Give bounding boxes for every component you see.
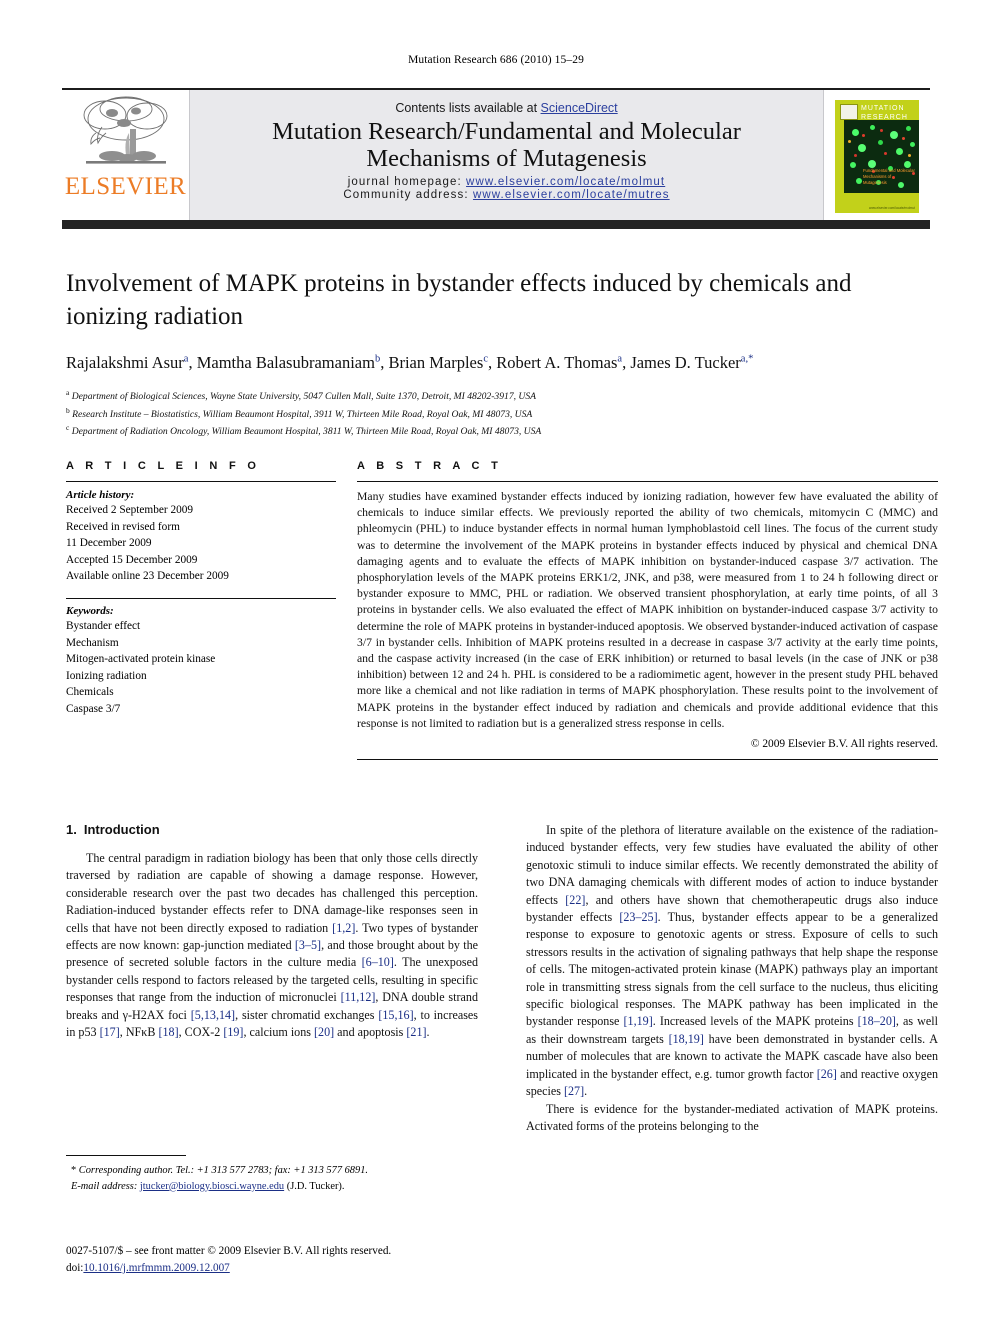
keywords-label: Keywords: (66, 604, 114, 617)
journal-cover-wrap: MUTATION RESEARCH Fundamental and Molecu… (824, 90, 930, 222)
community-address-label: Community address: (343, 188, 473, 201)
section-number: 1. (66, 822, 77, 837)
doi-line: doi:10.1016/j.mrfmmm.2009.12.007 (66, 1260, 566, 1277)
affiliation-item: c Department of Radiation Oncology, Will… (66, 422, 938, 440)
abstract-copyright: © 2009 Elsevier B.V. All rights reserved… (750, 738, 938, 751)
contents-prefix: Contents lists available at (395, 101, 541, 115)
cover-publisher-badge-icon (840, 103, 858, 120)
email-owner: (J.D. Tucker). (286, 1180, 345, 1192)
journal-homepage-link[interactable]: www.elsevier.com/locate/molmut (466, 176, 665, 188)
masthead-center: Contents lists available at ScienceDirec… (189, 90, 824, 222)
article-title: Involvement of MAPK proteins in bystande… (66, 270, 852, 330)
keywords-block: Keywords: Bystander effect Mechanism Mit… (66, 597, 336, 718)
running-head: Mutation Research 686 (2010) 15–29 (408, 54, 584, 66)
affiliation-text: Department of Radiation Oncology, Willia… (71, 426, 542, 438)
abstract-text: Many studies have examined bystander eff… (357, 490, 938, 730)
journal-cover-image: MUTATION RESEARCH Fundamental and Molecu… (835, 99, 919, 213)
paragraph: The central paradigm in radiation biolog… (66, 851, 479, 1040)
affiliation-marker: c (66, 423, 70, 433)
article-history-line: 11 December 2009 (66, 537, 152, 550)
section-heading-introduction: 1. Introduction (66, 822, 478, 837)
article-history-line: Accepted 15 December 2009 (66, 553, 198, 566)
paper-page: Mutation Research 686 (2010) 15–29 ELSEV… (0, 0, 992, 1323)
cover-subtitle: Fundamental and Molecular Mechanisms of … (863, 168, 916, 187)
article-history-line: Available online 23 December 2009 (66, 570, 229, 583)
journal-homepage-label: journal homepage: (347, 175, 467, 188)
cover-footer-url: www.elsevier.com/locate/molmut (868, 205, 915, 210)
section-title: Introduction (83, 822, 160, 837)
keyword-item: Caspase 3/7 (66, 702, 121, 715)
keywords-rule (66, 597, 336, 599)
affiliation-item: b Research Institute – Biostatistics, Wi… (66, 405, 938, 423)
footnote-block: * Corresponding author. Tel.: +1 313 577… (66, 1155, 478, 1194)
corresponding-author-note: * Corresponding author. Tel.: +1 313 577… (71, 1165, 368, 1176)
doi-label: doi: (66, 1261, 84, 1274)
article-history-label: Article history: (66, 489, 135, 501)
body-column-right: In spite of the plethora of literature a… (526, 822, 938, 1242)
footnote-rule (66, 1155, 186, 1156)
cover-subtitle-line-2: Mechanisms of Mutagenesis (863, 173, 892, 186)
affiliation-text: Research Institute – Biostatistics, Will… (72, 408, 533, 420)
article-history-line: Received in revised form (66, 520, 180, 533)
keyword-item: Mechanism (66, 636, 119, 649)
cover-title-line-1: MUTATION (861, 104, 905, 112)
elsevier-wordmark: ELSEVIER (64, 173, 187, 200)
journal-title-line-1: Mutation Research/Fundamental and Molecu… (272, 118, 741, 145)
keyword-item: Ionizing radiation (66, 669, 147, 682)
elsevier-logo: ELSEVIER (62, 90, 189, 222)
elsevier-tree-icon (83, 96, 167, 164)
keyword-item: Bystander effect (66, 619, 141, 632)
keyword-item: Mitogen-activated protein kinase (66, 653, 216, 666)
sciencedirect-link[interactable]: ScienceDirect (541, 101, 618, 115)
email-link[interactable]: jtucker@biology.biosci.wayne.edu (140, 1181, 284, 1192)
journal-title: Mutation Research/Fundamental and Molecu… (190, 118, 823, 173)
imprint-block: 0027-5107/$ – see front matter © 2009 El… (66, 1243, 566, 1277)
article-info-heading: A R T I C L E I N F O (66, 460, 261, 472)
journal-masthead: ELSEVIER Contents lists available at Sci… (62, 88, 930, 222)
email-note: E-mail address: jtucker@biology.biosci.w… (66, 1179, 478, 1195)
community-address-line: Community address: www.elsevier.com/loca… (190, 189, 823, 201)
title-block: Involvement of MAPK proteins in bystande… (66, 268, 938, 440)
keyword-item: Chemicals (66, 686, 114, 699)
email-label: E-mail address: (71, 1180, 138, 1192)
community-address-link[interactable]: www.elsevier.com/locate/mutres (473, 189, 670, 201)
affiliation-text: Department of Biological Sciences, Wayne… (71, 391, 536, 403)
journal-title-line-2: Mechanisms of Mutagenesis (366, 145, 647, 173)
affiliation-item: a Department of Biological Sciences, Way… (66, 387, 938, 405)
affiliation-list: a Department of Biological Sciences, Way… (66, 387, 938, 440)
abstract-column: A B S T R A C T Many studies have examin… (336, 460, 938, 768)
doi-link[interactable]: 10.1016/j.mrfmmm.2009.12.007 (83, 1262, 229, 1274)
affiliation-marker: a (66, 388, 70, 397)
masthead-bottom-rule (62, 220, 930, 229)
paragraph: In spite of the plethora of literature a… (526, 823, 939, 1099)
info-abstract-section: A R T I C L E I N F O Article history: R… (66, 460, 938, 768)
affiliation-marker: b (66, 405, 70, 415)
abstract-heading: A B S T R A C T (357, 460, 503, 472)
author-list: Rajalakshmi Asura, Mamtha Balasubramania… (66, 353, 754, 372)
contents-available-line: Contents lists available at ScienceDirec… (190, 101, 823, 115)
cover-subtitle-line-1: Fundamental and Molecular (863, 167, 915, 173)
article-info-rule (66, 481, 336, 482)
article-info-column: A R T I C L E I N F O Article history: R… (66, 460, 336, 768)
abstract-rule (357, 481, 938, 482)
abstract-bottom-rule (357, 759, 938, 761)
article-history-line: Received 2 September 2009 (66, 504, 194, 516)
issn-line: 0027-5107/$ – see front matter © 2009 El… (66, 1245, 392, 1257)
paragraph: There is evidence for the bystander-medi… (526, 1101, 938, 1133)
journal-homepage-line: journal homepage: www.elsevier.com/locat… (190, 176, 823, 188)
